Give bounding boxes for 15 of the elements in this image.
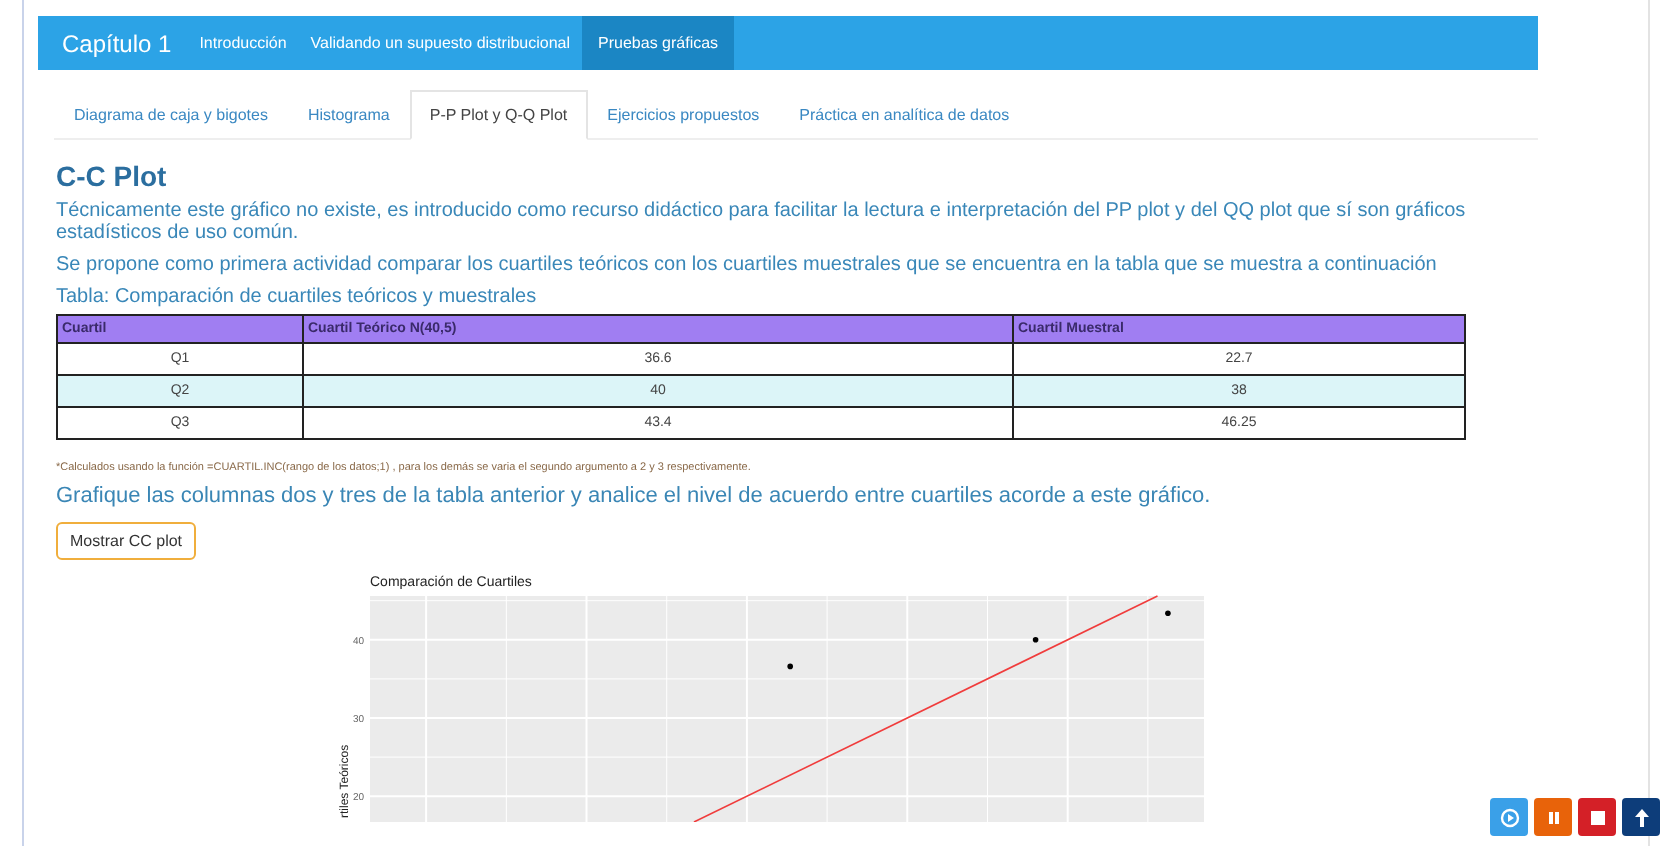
nav-tab[interactable]: Validando un supuesto distribucional xyxy=(298,16,583,70)
nav-tab[interactable]: Pruebas gráficas xyxy=(582,16,735,70)
tab[interactable]: Diagrama de caja y bigotes xyxy=(54,90,288,138)
tab[interactable]: Histograma xyxy=(287,90,410,138)
tab[interactable]: P-P Plot y Q-Q Plot xyxy=(409,90,588,140)
show-plot-button[interactable]: Mostrar CC plot xyxy=(56,522,197,560)
tab[interactable]: Práctica en analítica de datos xyxy=(779,90,1030,138)
paragraph: Se propone como primera actividad comparar los cuartiles teóricos con los cuartiles muestrales que se encuentra en la tabla que se muestra a continuación xyxy=(56,254,1439,276)
brand-link[interactable]: Capítulo 1 xyxy=(54,16,188,70)
paragraph: Técnicamente este gráfico no existe, es introducido como recurso didáctico para facilitar la lectura e interpretación del PP plot y del QQ plot que sí son gráficos estadísticos de uso común. xyxy=(56,200,1468,244)
nav-tab[interactable]: Introducción xyxy=(187,16,299,70)
tab[interactable]: Ejercicios propuestos xyxy=(587,90,780,138)
page-heading: C-C Plot xyxy=(56,160,169,192)
table-caption: Tabla: Comparación de cuartiles teóricos y muestrales xyxy=(56,286,539,308)
instruction-text: Grafique las columnas dos y tres de la tabla anterior y analice el nivel de acuerdo entre cuartiles acorde a este gráfico. xyxy=(56,484,1213,508)
